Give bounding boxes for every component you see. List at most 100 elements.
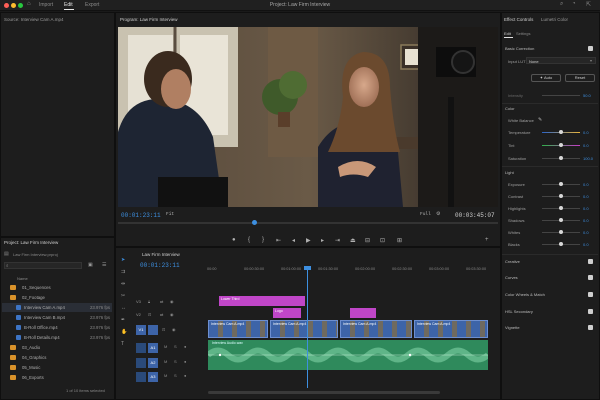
timeline-timecode[interactable]: 00:01:23:11 <box>140 262 180 269</box>
intensity-value[interactable]: 50.0 <box>583 93 591 98</box>
basic-correction-checkbox[interactable] <box>588 46 593 51</box>
notifications-icon[interactable]: ◔ <box>572 1 576 7</box>
curves-section[interactable]: Curves <box>505 275 518 280</box>
color-section-heading[interactable]: Color <box>505 106 515 111</box>
new-bin-icon[interactable]: ▣ <box>88 262 93 268</box>
contrast-slider[interactable] <box>542 194 580 198</box>
project-item[interactable]: 04_Graphics <box>2 353 112 362</box>
shadows-value[interactable]: 0.0 <box>583 218 589 223</box>
lift-icon[interactable]: ⏏ <box>350 237 356 244</box>
intensity-slider[interactable] <box>542 95 580 96</box>
hsl-secondary-checkbox[interactable] <box>588 309 593 314</box>
go-to-in-icon[interactable]: ⇤ <box>276 237 281 244</box>
source-patch-a3[interactable] <box>136 372 146 382</box>
title-clip[interactable] <box>350 308 376 318</box>
timeline-playhead[interactable] <box>307 268 308 388</box>
mic-icon[interactable]: ● <box>184 359 186 364</box>
highlights-knob[interactable] <box>559 206 563 210</box>
project-search-input[interactable]: ⌕ <box>4 262 82 269</box>
temperature-value[interactable]: 0.0 <box>583 130 589 135</box>
exposure-slider[interactable] <box>542 182 580 186</box>
blacks-slider[interactable] <box>542 242 580 246</box>
tab-effect-controls[interactable]: Effect Controls <box>504 17 533 22</box>
name-column-header[interactable]: Name <box>17 276 28 281</box>
track-label-a3[interactable]: A3 <box>148 372 158 382</box>
program-timecode[interactable]: 00:01:23:11 <box>121 212 161 219</box>
go-to-out-icon[interactable]: ⇥ <box>335 237 340 244</box>
comparison-view-icon[interactable]: ⊞ <box>397 237 402 244</box>
hand-tool-icon[interactable]: ✋ <box>121 329 127 335</box>
program-playhead[interactable] <box>252 220 257 225</box>
highlights-value[interactable]: 0.0 <box>583 206 589 211</box>
sync-lock-icon[interactable]: ⇄ <box>160 312 163 317</box>
audio-clip-a1[interactable]: Interview Audio.wav <box>208 340 488 370</box>
settings-wrench-icon[interactable]: ⚙ <box>436 211 440 217</box>
subtab-edit[interactable]: Edit <box>504 31 511 36</box>
reset-button[interactable]: Reset <box>565 74 595 82</box>
color-wheels-checkbox[interactable] <box>588 292 593 297</box>
track-label-v2[interactable]: V2 <box>136 312 141 317</box>
tab-lumetri-color[interactable]: Lumetri Color <box>541 17 568 22</box>
whites-knob[interactable] <box>559 230 563 234</box>
search-icon[interactable]: ⌕ <box>560 1 563 8</box>
add-marker-icon[interactable]: ● <box>232 237 236 243</box>
program-scrub-bar[interactable] <box>118 220 498 225</box>
hsl-secondary-section[interactable]: HSL Secondary <box>505 309 533 314</box>
selection-tool-icon[interactable]: ➤ <box>121 257 125 263</box>
eye-icon[interactable]: ◉ <box>170 299 174 304</box>
color-wheels-section[interactable]: Color Wheels & Match <box>505 292 545 297</box>
fit-dropdown[interactable]: Fit <box>166 212 174 217</box>
tint-slider[interactable] <box>542 143 580 147</box>
source-patch-a1[interactable] <box>136 343 146 353</box>
light-section-heading[interactable]: Light <box>505 170 514 175</box>
timeline-ruler[interactable]: 00:00 00:00:30:00 00:01:00:00 00:01:30:00 00… <box>207 265 499 277</box>
creative-checkbox[interactable] <box>588 259 593 264</box>
exposure-value[interactable]: 0.0 <box>583 182 589 187</box>
v1-video-clip[interactable]: Interview Cam A.mp4 <box>270 320 338 338</box>
v1-video-clip[interactable]: Interview Cam A.mp4 <box>340 320 412 338</box>
eye-icon[interactable]: ◉ <box>172 327 176 332</box>
v1-video-clip[interactable]: Interview Cam A.mp4 <box>414 320 488 338</box>
shadows-knob[interactable] <box>559 218 563 222</box>
eye-icon[interactable]: ◉ <box>170 312 174 317</box>
auto-button[interactable]: ✦ Auto <box>531 74 561 82</box>
sync-lock-icon[interactable]: ⇄ <box>160 299 163 304</box>
mic-icon[interactable]: ● <box>184 373 186 378</box>
export-frame-icon[interactable]: ⊡ <box>380 237 385 244</box>
list-view-icon[interactable]: ☰ <box>102 262 106 268</box>
pen-tool-icon[interactable]: ✒ <box>121 317 125 323</box>
contrast-value[interactable]: 0.0 <box>583 194 589 199</box>
curves-checkbox[interactable] <box>588 275 593 280</box>
type-tool-icon[interactable]: T <box>121 341 124 347</box>
creative-section[interactable]: Creative <box>505 259 520 264</box>
temperature-knob[interactable] <box>559 130 563 134</box>
eyedropper-icon[interactable]: ✎ <box>538 117 542 123</box>
lock-icon[interactable]: ⊡ <box>162 327 165 332</box>
ripple-edit-tool-icon[interactable]: ⇹ <box>121 281 125 287</box>
shadows-slider[interactable] <box>542 218 580 222</box>
lock-icon[interactable]: 🔒︎ <box>148 299 150 304</box>
solo-button[interactable]: S <box>174 359 177 364</box>
playhead-handle[interactable] <box>304 266 311 270</box>
step-back-icon[interactable]: ◂ <box>292 237 295 244</box>
tint-knob[interactable] <box>559 143 563 147</box>
blacks-value[interactable]: 0.0 <box>583 242 589 247</box>
share-icon[interactable]: ⇱ <box>586 1 591 8</box>
lower-third-clip[interactable]: Lower Third <box>219 296 305 306</box>
subtab-settings[interactable]: Settings <box>516 31 530 36</box>
lock-icon[interactable]: ⊡ <box>148 312 151 317</box>
extract-icon[interactable]: ⊟ <box>365 237 370 244</box>
track-label-v3[interactable]: V3 <box>136 299 141 304</box>
exposure-knob[interactable] <box>559 182 563 186</box>
whites-value[interactable]: 0.0 <box>583 230 589 235</box>
mark-out-icon[interactable]: } <box>262 237 264 243</box>
project-item[interactable]: B-Roll Office.mp4 23.976 fps <box>2 323 112 332</box>
project-item[interactable]: 05_Music <box>2 363 112 372</box>
v1-video-clip[interactable]: Interview Cam A.mp4 <box>208 320 268 338</box>
project-item[interactable]: 03_Audio <box>2 343 112 352</box>
tint-value[interactable]: 0.0 <box>583 143 589 148</box>
mute-button[interactable]: M <box>164 344 167 349</box>
source-patch-v1[interactable] <box>148 325 158 335</box>
step-forward-icon[interactable]: ▸ <box>321 237 324 244</box>
blacks-knob[interactable] <box>559 242 563 246</box>
